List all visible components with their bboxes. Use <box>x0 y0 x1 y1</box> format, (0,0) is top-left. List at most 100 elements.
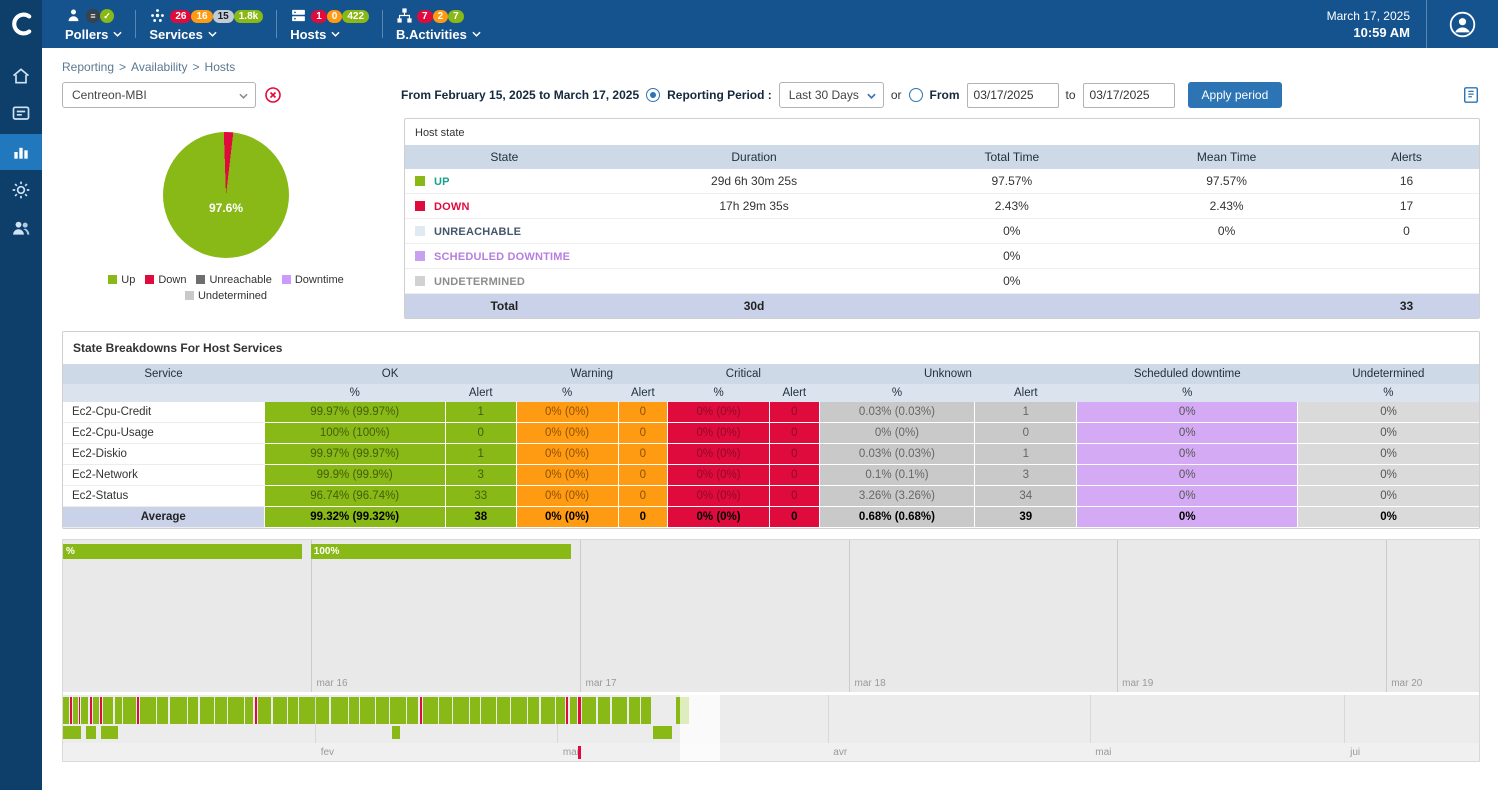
user-menu[interactable] <box>1426 0 1498 48</box>
ok-segment <box>612 697 628 724</box>
status-badge[interactable]: 1 <box>311 10 327 23</box>
duration-cell <box>604 244 905 269</box>
breadcrumb-separator: > <box>193 60 200 74</box>
sidebar-item-reporting[interactable] <box>0 134 42 170</box>
status-badge[interactable]: 1.8k <box>234 10 263 23</box>
status-badge[interactable]: 7 <box>448 10 464 23</box>
current-time: 10:59 AM <box>1327 25 1410 40</box>
breadcrumb-hosts[interactable]: Hosts <box>205 60 236 74</box>
ok-alert-cell: 38 <box>445 507 516 528</box>
reporting-period-radio[interactable] <box>646 88 660 102</box>
ok-segment <box>188 697 198 724</box>
period-select-value: Last 30 Days <box>789 88 859 102</box>
ok-segment <box>316 697 329 724</box>
down-segment <box>420 697 422 724</box>
month-tick-label: mai <box>1095 747 1111 758</box>
ok-segment <box>556 697 564 724</box>
period-summary: From February 15, 2025 to March 17, 2025 <box>401 88 639 102</box>
warning-pct-cell: 0% (0%) <box>516 402 618 423</box>
ok-segment <box>407 697 418 724</box>
ok-alert-cell: 1 <box>445 402 516 423</box>
unknown-alert-cell: 0 <box>975 423 1077 444</box>
ok-alert-cell: 1 <box>445 444 516 465</box>
sidebar-item-home[interactable] <box>0 58 42 94</box>
status-badge[interactable]: 2 <box>433 10 449 23</box>
critical-pct-cell: 0% (0%) <box>668 402 770 423</box>
gridline <box>849 540 850 692</box>
col-service: Service <box>63 364 264 384</box>
unknown-pct-cell: 0.1% (0.1%) <box>819 465 975 486</box>
navigator-selection[interactable] <box>680 695 720 761</box>
availability-bar-label: 100% <box>311 544 572 559</box>
ok-segment <box>123 697 136 724</box>
unknown-pct-cell: 0.03% (0.03%) <box>819 444 975 465</box>
down-segment <box>578 697 580 724</box>
service-breakdown-row: Ec2-Cpu-Usage100% (100%)00% (0%)00% (0%)… <box>63 423 1479 444</box>
to-date-input[interactable] <box>1083 83 1175 108</box>
service-breakdown-average-row: Average99.32% (99.32%)380% (0%)00% (0%)0… <box>63 507 1479 528</box>
pie-chart[interactable]: 97.6% <box>163 132 289 258</box>
sidebar-item-administration[interactable] <box>0 210 42 246</box>
nav-pollers[interactable]: ≡✓ Pollers <box>52 0 135 48</box>
home-icon <box>11 66 31 86</box>
timeline-navigator[interactable]: fevmaravrmaijui <box>63 695 1479 761</box>
service-name-cell[interactable]: Ec2-Diskio <box>63 444 264 465</box>
ok-segment <box>258 697 271 724</box>
from-date-input[interactable] <box>967 83 1059 108</box>
status-badge[interactable]: 7 <box>417 10 433 23</box>
host-state-row: SCHEDULED DOWNTIME0% <box>405 244 1479 269</box>
alerts-cell: 17 <box>1334 194 1479 219</box>
col-ok-alert: Alert <box>445 384 516 402</box>
breakdown-sub-header-row: % Alert % Alert % Alert % Alert % % <box>63 384 1479 402</box>
availability-bar[interactable]: 100% <box>311 544 572 559</box>
status-badge[interactable]: 0 <box>327 10 343 23</box>
availability-bar[interactable]: % <box>63 544 302 559</box>
status-badge[interactable]: 422 <box>342 10 369 23</box>
status-badge[interactable]: ≡ <box>86 9 100 23</box>
period-select[interactable]: Last 30 Days <box>779 82 884 108</box>
duration-cell: 17h 29m 35s <box>604 194 905 219</box>
centreon-logo-icon <box>6 7 36 41</box>
status-badge[interactable]: 15 <box>213 10 234 23</box>
legend-swatch <box>185 291 194 300</box>
status-badge[interactable]: ✓ <box>100 9 114 23</box>
datetime: March 17, 2025 10:59 AM <box>1327 9 1426 40</box>
host-state-table: State Duration Total Time Mean Time Aler… <box>405 145 1479 318</box>
scheduled-downtime-pct-cell: 0% <box>1077 423 1298 444</box>
export-icon[interactable] <box>1462 86 1480 104</box>
host-select[interactable]: Centreon-MBI <box>62 82 256 108</box>
service-name-cell[interactable]: Ec2-Status <box>63 486 264 507</box>
centreon-logo[interactable] <box>0 0 42 48</box>
duration-cell <box>604 269 905 294</box>
gear-icon <box>11 180 31 200</box>
ok-segment <box>470 697 480 724</box>
nav-services[interactable]: 2616151.8k Services <box>136 0 276 48</box>
warning-pct-cell: 0% (0%) <box>516 423 618 444</box>
scheduled-downtime-pct-cell: 0% <box>1077 486 1298 507</box>
service-name-cell[interactable]: Ec2-Cpu-Credit <box>63 402 264 423</box>
breadcrumb-availability[interactable]: Availability <box>131 60 187 74</box>
ok-pct-cell: 99.97% (99.97%) <box>264 444 445 465</box>
undetermined-pct-cell: 0% <box>1298 444 1479 465</box>
col-critical-alert: Alert <box>770 384 820 402</box>
availability-timeline-panel: mar 16mar 17mar 18mar 19mar 20%100% fevm… <box>62 539 1480 762</box>
status-badge[interactable]: 26 <box>170 10 191 23</box>
custom-period-radio[interactable] <box>909 88 923 102</box>
clear-host-icon[interactable] <box>265 87 281 103</box>
sidebar-item-monitoring[interactable] <box>0 96 42 132</box>
col-warning-alert: Alert <box>618 384 668 402</box>
sidebar-item-configuration[interactable] <box>0 172 42 208</box>
alerts-cell: 16 <box>1334 169 1479 194</box>
ok-segment <box>528 697 539 724</box>
nav-bactivities[interactable]: 727 B.Activities <box>383 0 494 48</box>
daily-availability-chart[interactable]: mar 16mar 17mar 18mar 19mar 20%100% <box>63 540 1479 692</box>
nav-hosts[interactable]: 10422 Hosts <box>277 0 382 48</box>
apply-period-button[interactable]: Apply period <box>1188 82 1283 108</box>
service-name-cell[interactable]: Ec2-Cpu-Usage <box>63 423 264 444</box>
status-badge[interactable]: 16 <box>191 10 212 23</box>
state-color-square <box>415 251 425 261</box>
warning-alert-cell: 0 <box>618 402 668 423</box>
ok-segment <box>423 697 437 724</box>
breadcrumb-reporting[interactable]: Reporting <box>62 60 114 74</box>
service-name-cell[interactable]: Ec2-Network <box>63 465 264 486</box>
